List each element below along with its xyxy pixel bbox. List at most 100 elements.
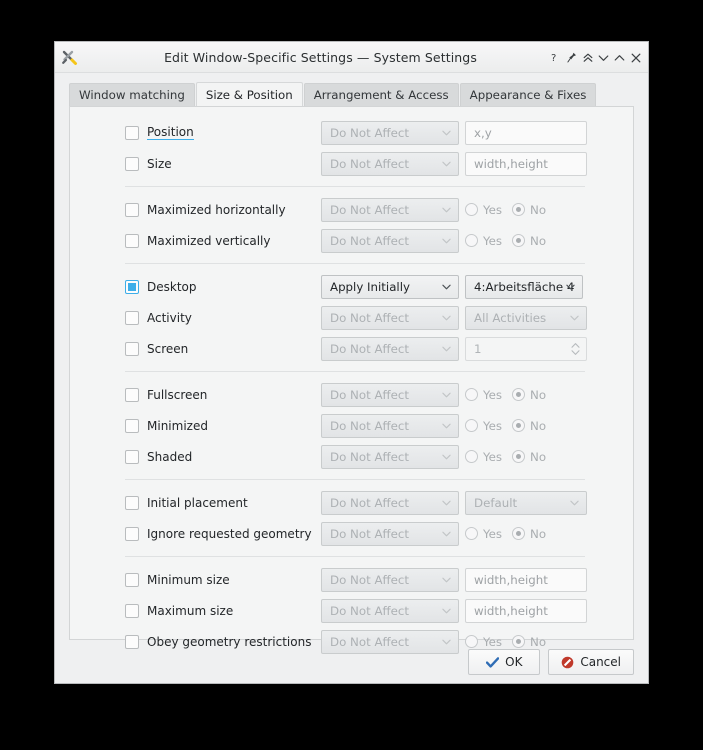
chevron-down-icon — [442, 454, 451, 460]
checkbox-maximized-horiz[interactable] — [125, 202, 139, 217]
radio-button[interactable] — [512, 234, 526, 247]
mode-combobox-activity[interactable]: Do Not Affect — [321, 305, 459, 330]
mode-combobox-desktop[interactable]: Apply Initially — [321, 274, 459, 299]
checkbox-minimized[interactable] — [125, 418, 139, 433]
radio-button[interactable] — [465, 527, 478, 540]
value-combobox-desktop[interactable]: 4:Arbeitsfläche 4 — [465, 274, 583, 299]
checkbox-maximized-vert[interactable] — [125, 233, 139, 248]
mode-combobox-maximum-size[interactable]: Do Not Affect — [321, 598, 459, 623]
ok-button[interactable]: OK — [468, 649, 541, 675]
radio-button[interactable] — [512, 203, 526, 216]
mode-cell: Apply Initially — [321, 274, 459, 299]
value-cell: All Activities — [465, 305, 587, 330]
radio-no-fullscreen[interactable]: No — [512, 388, 546, 402]
tab-arrangement-access[interactable]: Arrangement & Access — [303, 83, 459, 106]
checkbox-shaded[interactable] — [125, 449, 139, 464]
radio-button[interactable] — [512, 450, 526, 463]
tab-size-position[interactable]: Size & Position — [195, 82, 303, 106]
checkbox-ignore-geometry[interactable] — [125, 526, 139, 541]
spinbox-arrows-icon[interactable] — [571, 342, 580, 356]
mode-combobox-position[interactable]: Do Not Affect — [321, 120, 459, 145]
radio-yes-shaded[interactable]: Yes — [465, 450, 502, 464]
chevron-down-icon — [566, 284, 575, 290]
value-cell: width,height — [465, 151, 587, 176]
mode-combobox-value: Do Not Affect — [330, 418, 410, 433]
radio-no-minimized[interactable]: No — [512, 419, 546, 433]
mode-combobox-fullscreen[interactable]: Do Not Affect — [321, 382, 459, 407]
radio-button[interactable] — [465, 419, 478, 432]
label-position[interactable]: Position — [147, 125, 194, 140]
settings-row-minimized: Minimized Do Not Affect Yes No — [70, 410, 633, 441]
mode-combobox-initial-placement[interactable]: Do Not Affect — [321, 490, 459, 515]
value-combobox-initial-placement[interactable]: Default — [465, 490, 587, 515]
mode-combobox-shaded[interactable]: Do Not Affect — [321, 444, 459, 469]
mode-combobox-minimized[interactable]: Do Not Affect — [321, 413, 459, 438]
label-desktop: Desktop — [147, 279, 197, 294]
radio-group-shaded: Yes No — [465, 445, 587, 469]
checkbox-initial-placement[interactable] — [125, 495, 139, 510]
label-ignore-geometry: Ignore requested geometry — [147, 526, 312, 541]
radio-button[interactable] — [465, 234, 478, 247]
text-input-maximum-size[interactable]: width,height — [465, 598, 587, 623]
value-combobox-activity[interactable]: All Activities — [465, 305, 587, 330]
radio-yes-maximized-vert[interactable]: Yes — [465, 234, 502, 248]
radio-button[interactable] — [465, 450, 478, 463]
close-icon[interactable] — [628, 47, 643, 69]
checkbox-size[interactable] — [125, 156, 139, 171]
tab-appearance-fixes[interactable]: Appearance & Fixes — [459, 83, 597, 106]
mode-combobox-size[interactable]: Do Not Affect — [321, 151, 459, 176]
mode-combobox-value: Do Not Affect — [330, 603, 410, 618]
radio-button[interactable] — [512, 388, 526, 401]
text-input-minimum-size[interactable]: width,height — [465, 567, 587, 592]
value-cell: Yes No — [465, 414, 587, 438]
text-input-size[interactable]: width,height — [465, 151, 587, 176]
radio-yes-ignore-geometry[interactable]: Yes — [465, 527, 502, 541]
cancel-button-label: Cancel — [580, 655, 621, 669]
maximize-icon[interactable] — [612, 47, 627, 69]
section-separator — [70, 556, 633, 557]
radio-button[interactable] — [512, 527, 526, 540]
radio-button[interactable] — [512, 419, 526, 432]
mode-combobox-maximized-vert[interactable]: Do Not Affect — [321, 228, 459, 253]
checkbox-desktop[interactable] — [125, 279, 139, 294]
ok-button-label: OK — [505, 655, 523, 669]
value-combobox-value: All Activities — [474, 310, 547, 325]
chevron-down-icon — [442, 577, 451, 583]
shade-icon[interactable] — [580, 47, 595, 69]
radio-no-maximized-horiz[interactable]: No — [512, 203, 546, 217]
checkbox-screen[interactable] — [125, 341, 139, 356]
spinbox-screen[interactable]: 1 — [465, 336, 587, 361]
settings-row-desktop: Desktop Apply Initially 4:Arbeitsfläche 4 — [70, 271, 633, 302]
minimize-icon[interactable] — [596, 47, 611, 69]
radio-label: Yes — [483, 387, 503, 402]
radio-button[interactable] — [465, 388, 478, 401]
radio-yes-maximized-horiz[interactable]: Yes — [465, 203, 502, 217]
radio-label: Yes — [483, 418, 503, 433]
mode-cell: Do Not Affect — [321, 336, 459, 361]
cancel-button[interactable]: Cancel — [548, 649, 634, 675]
radio-no-shaded[interactable]: No — [512, 450, 546, 464]
mode-combobox-maximized-horiz[interactable]: Do Not Affect — [321, 197, 459, 222]
radio-yes-minimized[interactable]: Yes — [465, 419, 502, 433]
value-cell: Yes No — [465, 522, 587, 546]
mode-combobox-screen[interactable]: Do Not Affect — [321, 336, 459, 361]
pin-icon[interactable] — [564, 47, 579, 69]
checkbox-minimum-size[interactable] — [125, 572, 139, 587]
tab-bar: Window matching Size & Position Arrangemen… — [69, 82, 648, 106]
row-label-cell: Initial placement — [125, 495, 248, 510]
radio-no-maximized-vert[interactable]: No — [512, 234, 546, 248]
radio-no-ignore-geometry[interactable]: No — [512, 527, 546, 541]
mode-combobox-minimum-size[interactable]: Do Not Affect — [321, 567, 459, 592]
tab-window-matching[interactable]: Window matching — [69, 83, 195, 106]
radio-yes-fullscreen[interactable]: Yes — [465, 388, 502, 402]
text-input-position[interactable]: x,y — [465, 120, 587, 145]
help-icon[interactable]: ? — [548, 47, 563, 69]
chevron-down-icon — [442, 161, 451, 167]
mode-combobox-ignore-geometry[interactable]: Do Not Affect — [321, 521, 459, 546]
checkbox-activity[interactable] — [125, 310, 139, 325]
radio-button[interactable] — [465, 203, 478, 216]
mode-cell: Do Not Affect — [321, 444, 459, 469]
checkbox-maximum-size[interactable] — [125, 603, 139, 618]
checkbox-fullscreen[interactable] — [125, 387, 139, 402]
checkbox-position[interactable] — [125, 125, 139, 140]
